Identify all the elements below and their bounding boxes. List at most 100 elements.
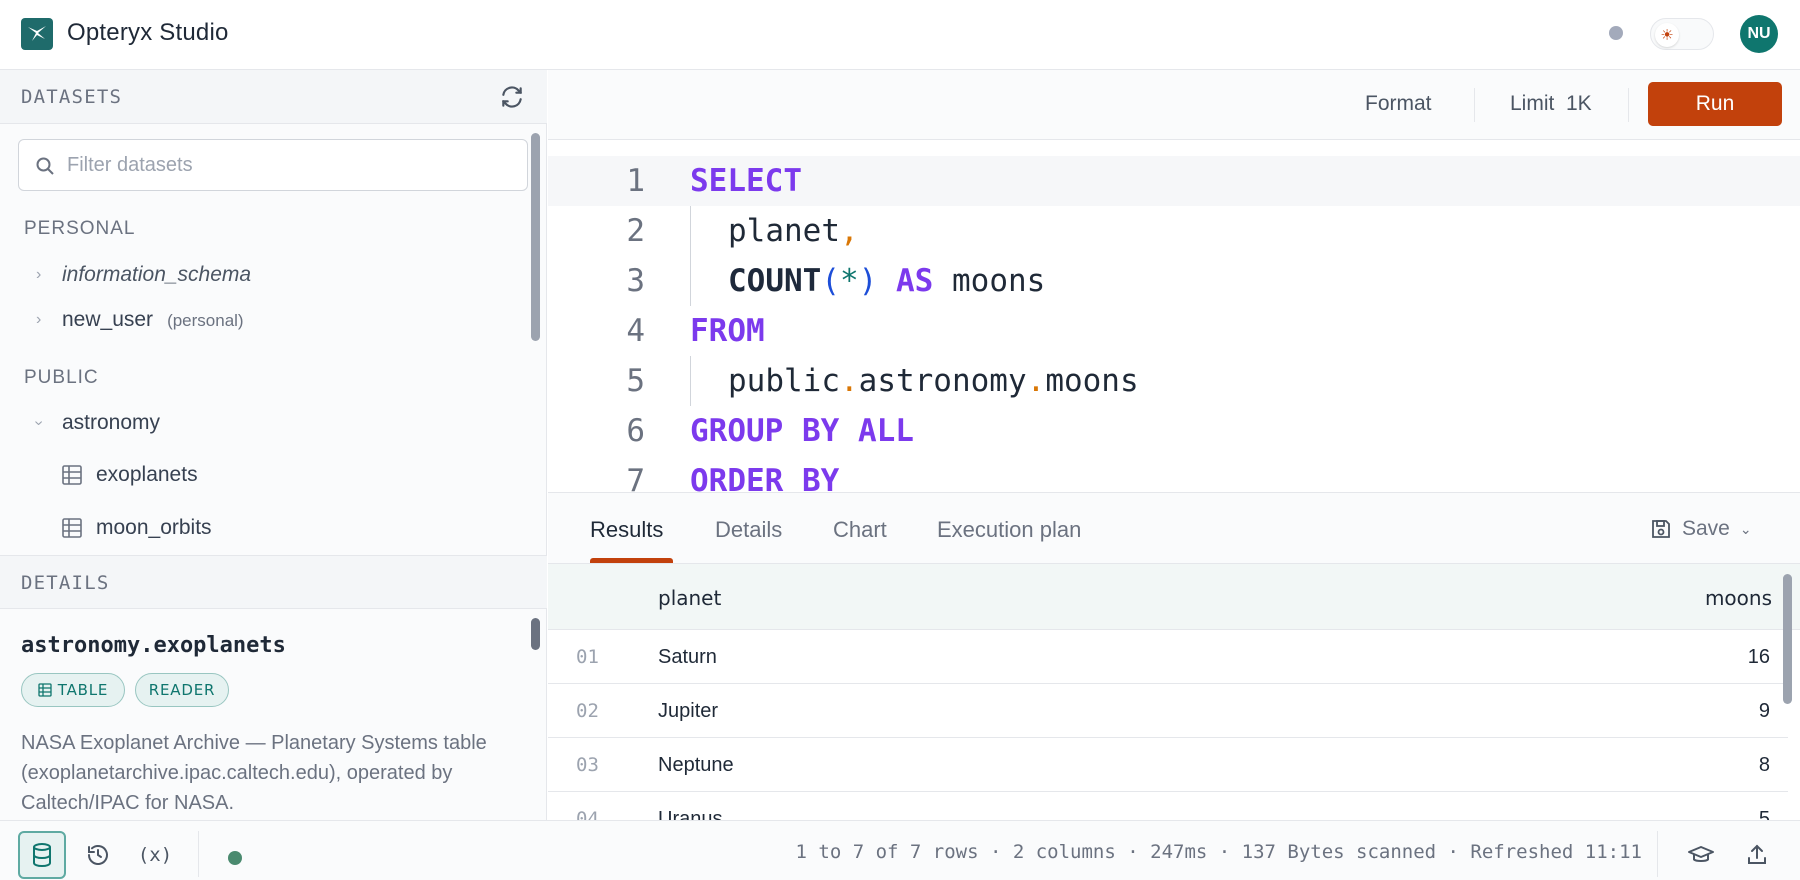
table-icon — [38, 683, 52, 697]
line-number: 6 — [626, 413, 645, 449]
tab-results[interactable]: Results — [590, 517, 663, 543]
punctuation: . — [839, 363, 859, 399]
code-line: 1 SELECT — [548, 156, 1800, 206]
dataset-name: astronomy.exoplanets — [21, 633, 286, 658]
line-number: 3 — [626, 263, 645, 299]
group-label-personal: PERSONAL — [24, 218, 136, 239]
details-scrollbar[interactable] — [531, 618, 540, 650]
tab-details[interactable]: Details — [715, 517, 782, 543]
column-header-planet[interactable]: planet — [658, 586, 721, 610]
export-button[interactable] — [1733, 831, 1781, 879]
indent-guide — [690, 256, 691, 306]
code-text: public.astronomy.moons — [728, 363, 1139, 399]
table-row[interactable]: 02 Jupiter 9 — [548, 684, 1788, 738]
run-button[interactable]: Run — [1648, 82, 1782, 126]
operator: * — [840, 263, 859, 299]
learn-button[interactable] — [1677, 831, 1725, 879]
table-icon — [62, 465, 82, 485]
upload-icon — [1748, 844, 1766, 864]
tree-item-exoplanets[interactable]: exoplanets — [0, 455, 525, 495]
line-number: 4 — [626, 313, 645, 349]
toolbar-divider — [1628, 88, 1629, 122]
format-button[interactable]: Format — [1365, 92, 1432, 116]
tree-item-label: exoplanets — [96, 463, 198, 486]
keyword: FROM — [690, 313, 765, 349]
toolbar-divider — [1474, 88, 1475, 122]
tree-item-new-user[interactable]: › new_user (personal) — [0, 300, 525, 340]
identifier: astronomy — [858, 363, 1027, 399]
tab-chart[interactable]: Chart — [833, 517, 887, 543]
table-icon — [62, 518, 82, 538]
badge-reader: READER — [135, 673, 229, 707]
history-button[interactable] — [74, 831, 122, 879]
badge-label: READER — [148, 681, 216, 699]
identifier: public — [728, 363, 840, 399]
code-text: SELECT — [690, 163, 802, 199]
variables-button[interactable]: (x) — [131, 831, 179, 879]
statusbar-divider — [1657, 831, 1658, 877]
status-bar: (x) 1 to 7 of 7 rows · 2 columns · 247ms… — [0, 820, 1800, 880]
cell-moons: 16 — [1747, 646, 1770, 668]
tree-item-astronomy[interactable]: › astronomy — [0, 403, 525, 443]
sql-editor[interactable]: 1 SELECT 2 planet, 3 COUNT(*) AS moons 4… — [548, 140, 1800, 492]
chevron-down-icon: › — [30, 420, 48, 426]
tree-item-sublabel: (personal) — [167, 311, 244, 330]
code-line: 3 COUNT(*) AS moons — [548, 256, 1800, 306]
indent-guide — [690, 356, 691, 406]
code-text: FROM — [690, 313, 765, 349]
tree-item-moon-orbits[interactable]: moon_orbits — [0, 508, 525, 548]
row-number: 02 — [576, 700, 599, 722]
filter-datasets-input[interactable] — [67, 150, 507, 180]
table-row[interactable]: 01 Saturn 16 — [548, 630, 1788, 684]
code-text: GROUP BY ALL — [690, 413, 914, 449]
badge-table: TABLE — [21, 673, 125, 707]
badge-label: TABLE — [57, 681, 109, 699]
punctuation: , — [839, 213, 859, 249]
app-title: Opteryx Studio — [67, 19, 229, 46]
punctuation: . — [1026, 363, 1046, 399]
code-line: 4 FROM — [548, 306, 1800, 356]
punctuation: ( — [821, 263, 840, 299]
user-avatar[interactable]: NU — [1740, 15, 1778, 53]
tab-execution-plan[interactable]: Execution plan — [937, 517, 1081, 543]
results-tab-bar: Results Details Chart Execution plan — [548, 492, 1800, 564]
cell-moons: 9 — [1758, 700, 1770, 722]
indent-guide — [690, 206, 691, 256]
line-number: 1 — [626, 163, 645, 199]
cell-planet: Jupiter — [658, 700, 719, 722]
group-label-public: PUBLIC — [24, 367, 99, 388]
save-button[interactable]: Save ⌄ — [1650, 516, 1752, 542]
identifier: planet — [728, 213, 840, 249]
keyword: SELECT — [690, 163, 802, 199]
row-number: 01 — [576, 646, 599, 668]
active-tab-indicator — [590, 558, 673, 563]
theme-toggle[interactable]: ☀ — [1650, 18, 1714, 50]
datasets-panel-button[interactable] — [18, 831, 66, 879]
datasets-scrollbar[interactable] — [531, 133, 540, 341]
column-header-moons[interactable]: moons — [1705, 586, 1772, 610]
cell-planet: Saturn — [658, 646, 717, 668]
results-header-row: planet moons — [548, 564, 1800, 630]
function: COUNT — [728, 263, 822, 299]
chevron-right-icon: › — [36, 311, 42, 328]
refresh-icon[interactable] — [499, 84, 525, 110]
keyword: GROUP BY ALL — [690, 413, 914, 449]
results-scrollbar[interactable] — [1783, 574, 1792, 704]
code-text: COUNT(*) AS moons — [728, 263, 1045, 299]
tree-item-information-schema[interactable]: › information_schema — [0, 255, 525, 295]
sun-icon: ☀ — [1655, 23, 1679, 47]
code-text: ORDER BY — [690, 463, 839, 492]
line-number: 2 — [626, 213, 645, 249]
connection-status-dot — [1609, 26, 1623, 40]
connection-status-dot — [228, 851, 242, 865]
cell-moons: 8 — [1758, 754, 1770, 776]
opteryx-logo-icon[interactable] — [21, 18, 53, 50]
table-row[interactable]: 03 Neptune 8 — [548, 738, 1788, 792]
editor-toolbar: Format Limit 1K — [548, 70, 1800, 140]
left-panel: DATASETS PERSONAL › information_schema ›… — [0, 70, 547, 820]
limit-button[interactable]: Limit 1K — [1510, 92, 1592, 116]
cell-planet: Neptune — [658, 754, 734, 776]
punctuation: ) — [858, 263, 878, 299]
filter-datasets-field[interactable] — [18, 139, 528, 191]
query-summary: 1 to 7 of 7 rows · 2 columns · 247ms · 1… — [795, 841, 1642, 863]
